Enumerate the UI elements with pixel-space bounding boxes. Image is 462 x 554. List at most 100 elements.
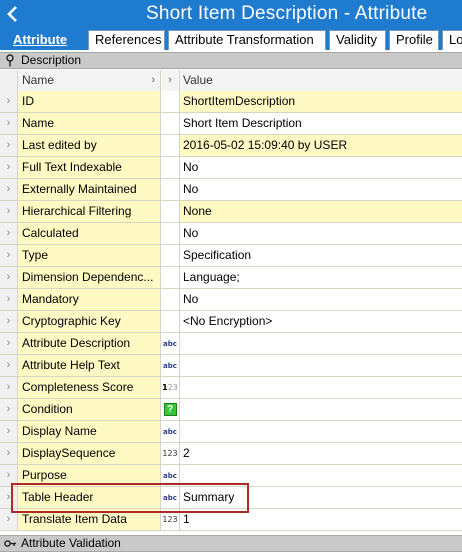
property-row[interactable]: › Hierarchical Filtering None: [0, 201, 462, 223]
property-value[interactable]: [180, 355, 462, 376]
property-value[interactable]: No: [180, 157, 462, 178]
type-cell: [161, 311, 180, 332]
expand-row-icon[interactable]: ›: [0, 179, 18, 200]
property-name: Translate Item Data: [18, 509, 161, 530]
property-name: Purpose: [18, 465, 161, 486]
validation-section-header[interactable]: Attribute Validation: [0, 535, 462, 552]
type-cell: [161, 113, 180, 134]
property-value[interactable]: None: [180, 201, 462, 222]
property-value[interactable]: [180, 399, 462, 420]
expand-row-icon[interactable]: ›: [0, 421, 18, 442]
property-value[interactable]: [180, 377, 462, 398]
property-name: Dimension Dependenc...: [18, 267, 161, 288]
property-row[interactable]: › Condition?: [0, 399, 462, 421]
text-type-icon: abc: [161, 421, 180, 442]
property-row[interactable]: › Attribute Help Text abc: [0, 355, 462, 377]
property-grid: Name › › Value › ID ShortItemDescription › N…: [0, 70, 462, 531]
description-section-label: Description: [21, 53, 82, 67]
type-cell: [161, 223, 180, 244]
property-row[interactable]: › Dimension Dependenc... Language;: [0, 267, 462, 289]
expand-row-icon[interactable]: ›: [0, 157, 18, 178]
property-row[interactable]: › Display Name abc: [0, 421, 462, 443]
expand-row-icon[interactable]: ›: [0, 267, 18, 288]
expand-row-icon[interactable]: ›: [0, 113, 18, 134]
property-row[interactable]: › Mandatory No: [0, 289, 462, 311]
type-cell: [161, 201, 180, 222]
header-type-cell[interactable]: ›: [161, 70, 180, 91]
expand-row-icon[interactable]: ›: [0, 377, 18, 398]
property-name: Name: [18, 113, 161, 134]
property-value[interactable]: Summary: [180, 487, 462, 508]
property-row[interactable]: › Table Header abc Summary: [0, 487, 462, 509]
expand-row-icon[interactable]: ›: [0, 289, 18, 310]
property-name: Externally Maintained: [18, 179, 161, 200]
number-type-icon: 123: [161, 443, 180, 464]
property-value[interactable]: ShortItemDescription: [180, 91, 462, 112]
pin-icon: [6, 54, 14, 67]
header-name-cell[interactable]: Name ›: [18, 70, 161, 91]
property-value[interactable]: No: [180, 179, 462, 200]
expand-row-icon[interactable]: ›: [0, 333, 18, 354]
tab-profile[interactable]: Profile: [389, 30, 439, 50]
expand-row-icon[interactable]: ›: [0, 465, 18, 486]
property-value[interactable]: [180, 333, 462, 354]
property-row[interactable]: › Calculated No: [0, 223, 462, 245]
property-row[interactable]: › Type Specification: [0, 245, 462, 267]
expand-row-icon[interactable]: ›: [0, 223, 18, 244]
back-button[interactable]: [0, 0, 26, 28]
property-value[interactable]: Language;: [180, 267, 462, 288]
property-row[interactable]: › Full Text Indexable No: [0, 157, 462, 179]
tab-validity[interactable]: Validity: [329, 30, 386, 50]
expand-row-icon[interactable]: ›: [0, 245, 18, 266]
property-value[interactable]: No: [180, 223, 462, 244]
expand-row-icon[interactable]: ›: [0, 91, 18, 112]
tab-references[interactable]: References: [88, 30, 165, 50]
property-value[interactable]: 1: [180, 509, 462, 530]
tab-lo[interactable]: Lo: [442, 30, 462, 50]
property-row[interactable]: › Translate Item Data 123 1: [0, 509, 462, 531]
property-name: Completeness Score: [18, 377, 161, 398]
condition-icon[interactable]: ?: [161, 399, 180, 420]
property-value[interactable]: <No Encryption>: [180, 311, 462, 332]
property-name: Last edited by: [18, 135, 161, 156]
property-value[interactable]: 2016-05-02 15:09:40 by USER: [180, 135, 462, 156]
chevron-left-icon: [7, 6, 17, 22]
property-name: Type: [18, 245, 161, 266]
property-value[interactable]: Specification: [180, 245, 462, 266]
property-row[interactable]: › Externally Maintained No: [0, 179, 462, 201]
chevron-right-icon[interactable]: ›: [151, 70, 155, 91]
property-value[interactable]: 2: [180, 443, 462, 464]
property-value[interactable]: [180, 465, 462, 486]
expand-row-icon[interactable]: ›: [0, 135, 18, 156]
validation-section-label: Attribute Validation: [21, 536, 121, 550]
property-row[interactable]: › Attribute Description abc: [0, 333, 462, 355]
property-name: Calculated: [18, 223, 161, 244]
expand-row-icon[interactable]: ›: [0, 509, 18, 530]
expand-row-icon[interactable]: ›: [0, 443, 18, 464]
property-row[interactable]: › Completeness Score 123: [0, 377, 462, 399]
type-cell: [161, 179, 180, 200]
property-name: Attribute Help Text: [18, 355, 161, 376]
property-value[interactable]: Short Item Description: [180, 113, 462, 134]
expand-row-icon[interactable]: ›: [0, 201, 18, 222]
property-row[interactable]: › Purpose abc: [0, 465, 462, 487]
tab-attribute[interactable]: Attribute: [6, 30, 85, 50]
property-row[interactable]: › Last edited by 2016-05-02 15:09:40 by US…: [0, 135, 462, 157]
tab-attribute-transformation[interactable]: Attribute Transformation: [168, 30, 326, 50]
property-value[interactable]: [180, 421, 462, 442]
property-name: ID: [18, 91, 161, 112]
property-row[interactable]: › Name Short Item Description: [0, 113, 462, 135]
type-cell: [161, 245, 180, 266]
expand-row-icon[interactable]: ›: [0, 487, 18, 508]
property-name: Condition: [18, 399, 161, 420]
property-row[interactable]: › ID ShortItemDescription: [0, 91, 462, 113]
property-row[interactable]: › Cryptographic Key <No Encryption>: [0, 311, 462, 333]
property-value[interactable]: No: [180, 289, 462, 310]
property-name: DisplaySequence: [18, 443, 161, 464]
property-row[interactable]: › DisplaySequence 123 2: [0, 443, 462, 465]
expand-row-icon[interactable]: ›: [0, 311, 18, 332]
description-section-header[interactable]: Description: [0, 52, 462, 69]
expand-row-icon[interactable]: ›: [0, 355, 18, 376]
expand-row-icon[interactable]: ›: [0, 399, 18, 420]
type-cell: [161, 91, 180, 112]
